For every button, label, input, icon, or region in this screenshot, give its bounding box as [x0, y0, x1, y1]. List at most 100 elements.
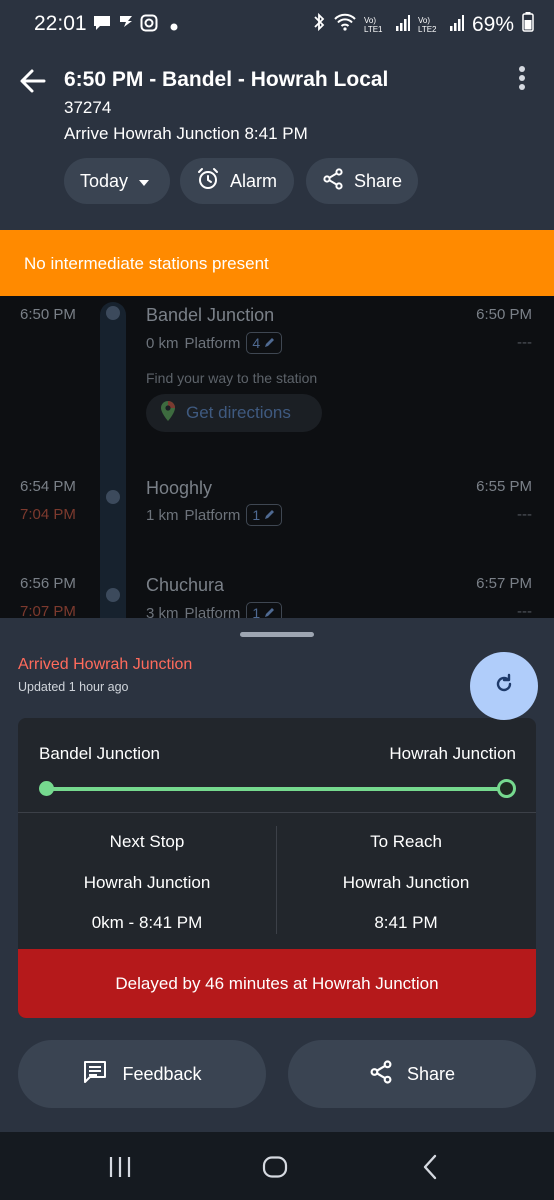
clock: 22:01	[34, 12, 87, 35]
day-selector-label: Today	[80, 170, 129, 191]
arrival-time: 6:57 PM	[476, 575, 532, 592]
scheduled-time: 6:50 PM	[20, 306, 76, 323]
more-menu-icon[interactable]	[512, 66, 532, 94]
departure-time: ---	[517, 506, 532, 523]
divider	[18, 812, 536, 813]
app-header: 6:50 PM - Bandel - Howrah Local 37274 Ar…	[0, 46, 554, 230]
station-dot	[106, 490, 120, 504]
destination-station: Howrah Junction	[389, 744, 516, 763]
day-selector[interactable]: Today	[64, 158, 170, 204]
home-icon[interactable]	[262, 1156, 288, 1183]
delay-banner: Delayed by 46 minutes at Howrah Junction	[18, 949, 536, 1018]
recent-apps-icon[interactable]	[108, 1156, 132, 1183]
bluetooth-icon	[312, 12, 326, 38]
status-bar: 22:01 Vo) LTE1 Vo) LTE2 69%	[0, 0, 554, 46]
next-stop-heading: Next Stop	[109, 832, 185, 851]
departure-time: ---	[517, 334, 532, 351]
actual-time: 7:04 PM	[20, 506, 76, 523]
distance: 0 km	[146, 334, 179, 352]
get-directions-button[interactable]: Get directions	[146, 394, 322, 432]
share-button[interactable]: Share	[288, 1040, 536, 1108]
destination-dot	[497, 779, 516, 798]
scheduled-time: 6:54 PM	[20, 478, 76, 495]
station-name[interactable]: Hooghly	[146, 478, 212, 499]
to-reach-heading: To Reach	[370, 832, 442, 851]
status-right: Vo) LTE1 Vo) LTE2 69%	[312, 12, 534, 38]
to-reach-detail: 8:41 PM	[374, 913, 438, 932]
chat-icon	[92, 14, 112, 37]
live-status-sheet: Arrived Howrah Junction Updated 1 hour a…	[0, 618, 554, 1132]
share-label-header: Share	[354, 170, 403, 191]
platform-edit-button[interactable]: 4	[246, 332, 283, 354]
share-button-header[interactable]: Share	[306, 158, 418, 204]
to-reach-station: Howrah Junction	[342, 873, 470, 892]
drag-handle[interactable]	[240, 632, 314, 637]
find-way-text: Find your way to the station	[146, 370, 318, 386]
feedback-icon	[82, 1059, 108, 1090]
platform-number: 1	[252, 605, 261, 618]
scheduled-time: 6:56 PM	[20, 575, 76, 592]
platform-label: Platform	[184, 506, 241, 524]
signal1-icon	[395, 13, 410, 37]
station-dot	[106, 588, 120, 602]
share-label: Share	[406, 1063, 456, 1084]
platform-label: Platform	[184, 604, 241, 619]
info-banner: No intermediate stations present	[0, 230, 554, 296]
distance: 1 km	[146, 506, 179, 524]
instagram-icon	[140, 14, 158, 37]
progress-line	[46, 787, 506, 791]
train-number: 37274	[64, 98, 112, 117]
last-updated: Updated 1 hour ago	[18, 680, 129, 694]
station-meta: 3 km Platform 1	[146, 602, 283, 619]
app-icon	[116, 14, 134, 33]
origin-station: Bandel Junction	[39, 744, 160, 763]
distance: 3 km	[146, 604, 179, 619]
departure-time: ---	[517, 603, 532, 618]
arrival-time: 6:50 PM	[476, 306, 532, 323]
arrival-info: Arrive Howrah Junction 8:41 PM	[64, 124, 308, 143]
origin-dot	[39, 781, 54, 796]
actual-time: 7:07 PM	[20, 603, 76, 618]
delay-text: Delayed by 46 minutes at Howrah Junction	[115, 973, 439, 993]
back-nav-icon[interactable]	[422, 1154, 438, 1185]
page-title: 6:50 PM - Bandel - Howrah Local	[64, 68, 389, 91]
sim2-label: Vo) LTE2	[417, 16, 437, 34]
back-arrow-icon[interactable]	[18, 66, 48, 96]
dot-icon	[170, 18, 178, 36]
next-stop-detail: 0km - 8:41 PM	[91, 913, 203, 932]
arrival-time: 6:55 PM	[476, 478, 532, 495]
get-directions-label: Get directions	[186, 403, 291, 422]
refresh-icon	[492, 672, 516, 701]
refresh-button[interactable]	[470, 652, 538, 720]
station-name[interactable]: Bandel Junction	[146, 305, 274, 326]
banner-text: No intermediate stations present	[24, 254, 269, 273]
journey-card: Bandel Junction Howrah Junction Next Sto…	[18, 718, 536, 1018]
pencil-icon	[264, 605, 276, 618]
alarm-label: Alarm	[230, 170, 278, 191]
dropdown-caret-icon	[138, 171, 150, 192]
station-dot	[106, 306, 120, 320]
station-timeline: 6:50 PM Bandel Junction 0 km Platform 4 …	[0, 296, 554, 618]
battery-percent: 69%	[471, 13, 514, 36]
alarm-clock-icon	[196, 167, 220, 196]
wifi-icon	[334, 13, 356, 37]
station-name[interactable]: Chuchura	[146, 575, 224, 596]
timeline-track	[100, 302, 126, 618]
platform-number: 1	[252, 507, 261, 523]
battery-icon	[522, 12, 534, 38]
share-icon	[369, 1059, 393, 1089]
share-icon	[322, 167, 344, 195]
next-stop-station: Howrah Junction	[83, 873, 211, 892]
platform-edit-button[interactable]: 1	[246, 602, 283, 618]
platform-edit-button[interactable]: 1	[246, 504, 283, 526]
alarm-button[interactable]: Alarm	[180, 158, 294, 204]
signal2-icon	[449, 13, 464, 37]
pencil-icon	[264, 335, 276, 351]
platform-label: Platform	[184, 334, 241, 352]
platform-number: 4	[252, 335, 261, 351]
map-pin-icon	[160, 400, 176, 427]
feedback-label: Feedback	[122, 1063, 202, 1084]
station-meta: 0 km Platform 4	[146, 332, 283, 354]
feedback-button[interactable]: Feedback	[18, 1040, 266, 1108]
pencil-icon	[264, 507, 276, 523]
